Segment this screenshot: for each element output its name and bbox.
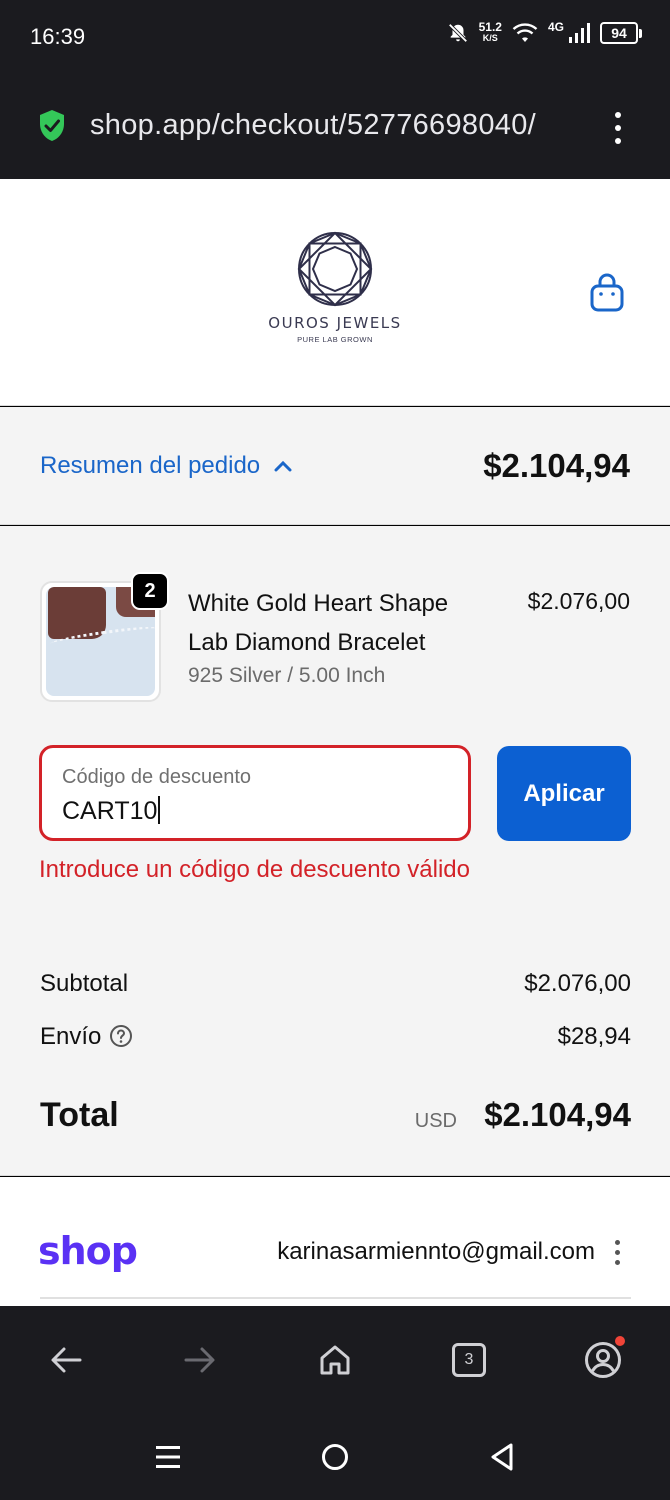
shop-account-email: karinasarmiennto@gmail.com	[277, 1238, 595, 1265]
forward-button[interactable]	[176, 1336, 224, 1384]
total-row: Total USD $2.104,94	[40, 1092, 631, 1142]
system-back-button[interactable]	[480, 1435, 524, 1479]
home-button[interactable]	[311, 1336, 359, 1384]
browser-url-bar: shop.app/checkout/52776698040/	[0, 78, 670, 179]
store-name: OUROS JEWELS	[268, 314, 402, 332]
order-summary-toggle[interactable]: Resumen del pedido	[40, 452, 292, 480]
store-logo[interactable]: OUROS JEWELS PURE LAB GROWN	[255, 231, 415, 344]
battery-icon: 94	[600, 22, 642, 44]
shopping-bag-icon[interactable]	[588, 273, 626, 313]
status-bar: 16:39 51.2 K/S 4G 94	[0, 0, 670, 78]
subtotal-row: Subtotal $2.076,00	[40, 970, 631, 998]
subtotal-amount: $2.076,00	[524, 970, 631, 997]
system-home-button[interactable]	[313, 1435, 357, 1479]
discount-code-label: Código de descuento	[62, 766, 252, 788]
browser-menu-button[interactable]	[606, 108, 630, 148]
menu-lines-icon	[156, 1446, 180, 1468]
network-speed: 51.2 K/S	[478, 20, 502, 43]
secure-shield-icon[interactable]	[38, 109, 66, 143]
order-summary-toggle-label: Resumen del pedido	[40, 452, 261, 479]
status-time: 16:39	[30, 24, 86, 49]
diamond-star-logo-icon	[297, 231, 373, 307]
chevron-up-icon	[274, 460, 292, 472]
discount-error-message: Introduce un código de descuento válido	[39, 856, 470, 883]
product-price: $2.076,00	[527, 588, 630, 614]
store-tagline: PURE LAB GROWN	[297, 335, 373, 344]
shipping-label: Envío	[40, 1023, 102, 1050]
bell-muted-icon	[448, 23, 468, 43]
product-name: White Gold Heart Shape Lab Diamond Brace…	[188, 590, 449, 656]
apply-discount-button[interactable]: Aplicar	[497, 746, 631, 841]
browser-bottom-nav: 3	[0, 1306, 670, 1411]
arrow-left-icon	[51, 1347, 82, 1373]
total-label: Total	[40, 1096, 119, 1134]
product-variant: 925 Silver / 5.00 Inch	[188, 664, 386, 687]
text-cursor	[158, 796, 161, 824]
shop-account-section: shop karinasarmiennto@gmail.com	[0, 1177, 670, 1307]
shop-logo: shop	[38, 1229, 138, 1273]
system-nav-bar	[0, 1411, 670, 1500]
order-summary-bar: Resumen del pedido $2.104,94	[0, 407, 670, 525]
shipping-row: Envío $28,94	[40, 1023, 631, 1051]
shop-account-menu-button[interactable]	[612, 1240, 624, 1266]
back-button[interactable]	[42, 1336, 90, 1384]
total-amount: $2.104,94	[484, 1096, 631, 1133]
subtotal-label: Subtotal	[40, 970, 129, 997]
arrow-right-icon	[184, 1347, 215, 1373]
url-text[interactable]: shop.app/checkout/52776698040/	[90, 109, 580, 142]
total-currency: USD	[414, 1110, 457, 1132]
triangle-back-icon	[491, 1443, 513, 1471]
status-icons: 51.2 K/S 4G 94	[447, 20, 642, 44]
wifi-icon	[512, 23, 538, 42]
tab-count: 3	[452, 1343, 486, 1377]
account-circle-icon	[585, 1342, 621, 1378]
store-header: OUROS JEWELS PURE LAB GROWN	[0, 179, 670, 406]
tabs-button[interactable]: 3	[445, 1336, 493, 1384]
circle-home-icon	[322, 1444, 348, 1470]
recent-apps-button[interactable]	[146, 1435, 190, 1479]
quantity-badge: 2	[131, 572, 169, 610]
profile-button[interactable]	[579, 1336, 627, 1384]
network-type: 4G	[547, 20, 564, 34]
shipping-amount: $28,94	[557, 1023, 631, 1050]
order-summary-total: $2.104,94	[483, 447, 630, 484]
home-icon	[320, 1345, 350, 1375]
help-circle-icon[interactable]	[109, 1024, 133, 1048]
discount-code-field[interactable]: Código de descuento CART10	[39, 745, 471, 841]
notification-dot	[615, 1336, 625, 1346]
divider	[40, 1297, 631, 1299]
signal-icon	[569, 23, 590, 43]
order-summary-details: 2 White Gold Heart Shape Lab Diamond Bra…	[0, 526, 670, 1176]
discount-code-input[interactable]: CART10	[62, 796, 161, 826]
